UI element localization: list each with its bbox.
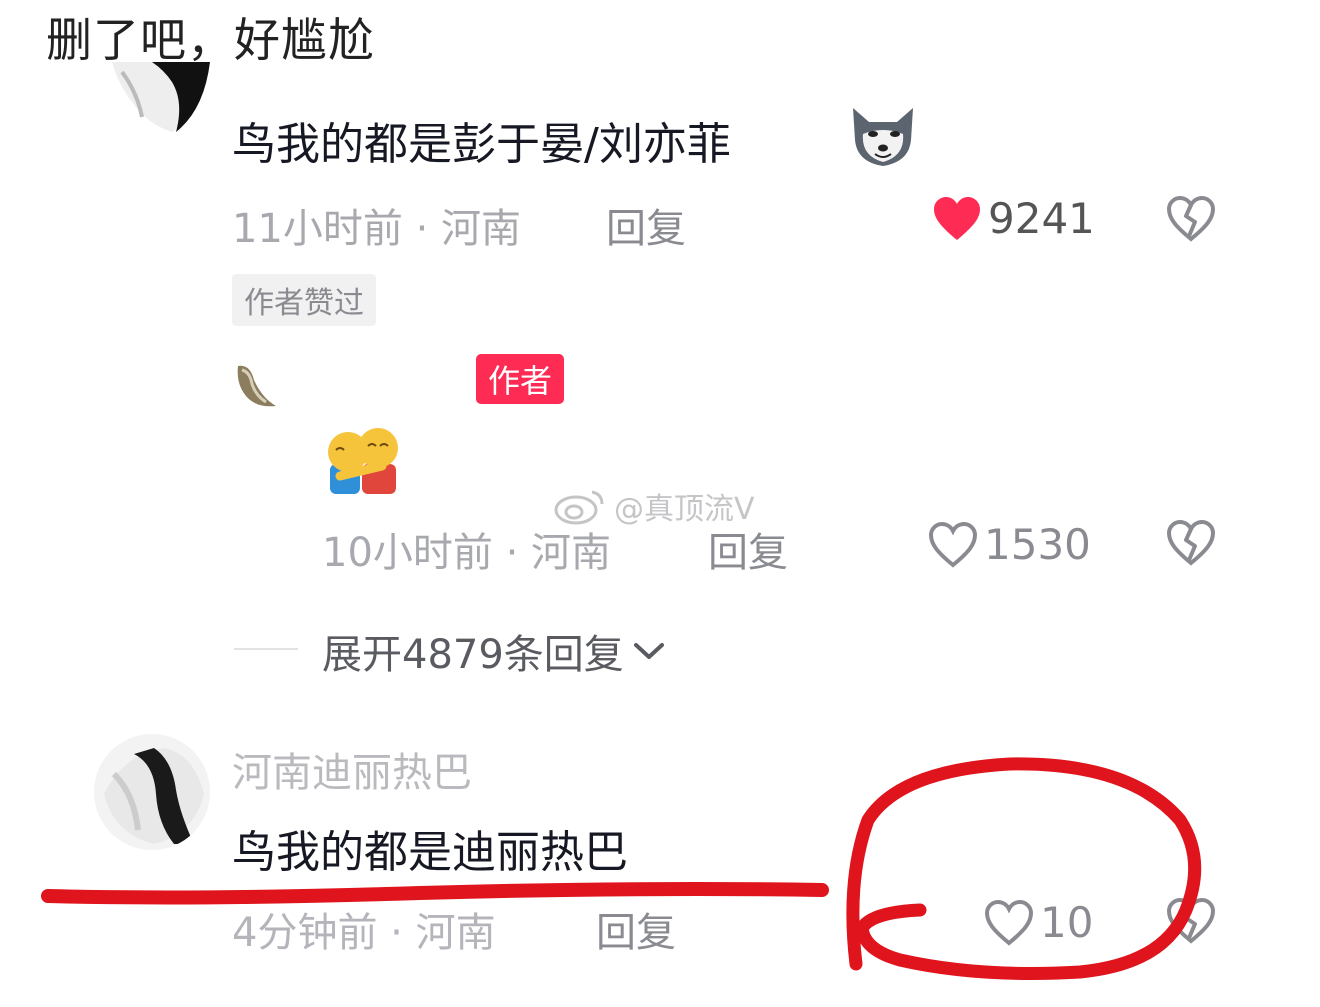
weibo-logo-icon [554,490,604,525]
author-reply-like-button[interactable]: 1530 [928,520,1091,569]
comment1-text-content: 鸟我的都是彭于晏/刘亦菲 [232,119,731,170]
comment2-reply-button[interactable]: 回复 [596,900,676,958]
author-reply-timestamp: 10小时前 · 河南 [322,530,612,576]
comment2-dislike-button[interactable] [1166,897,1216,948]
comment1-like-count: 9241 [988,194,1095,243]
author-reply-like-count: 1530 [984,520,1091,569]
broken-heart-icon [1166,519,1216,566]
red-underline-annotation [41,882,829,905]
expand-divider [234,648,298,650]
author-reply-reply-button[interactable]: 回复 [708,520,788,578]
expand-replies-button[interactable]: 展开4879条回复 [322,622,666,680]
comment1-dislike-button[interactable] [1166,195,1216,246]
comment1-avatar[interactable] [92,62,212,134]
heart-outline-icon [984,899,1034,946]
comment2-timestamp: 4分钟前 · 河南 [232,910,496,956]
comment2-text: 鸟我的都是迪丽热巴 [232,827,628,878]
heart-outline-icon [928,521,978,568]
comment1-timestamp: 11小时前 · 河南 [232,206,522,252]
post-caption: 删了吧，好尴尬 [46,13,375,67]
comment2-username[interactable]: 河南迪丽热巴 [232,740,472,798]
chevron-down-icon [633,643,664,659]
author-reply-dislike-button[interactable] [1166,519,1216,570]
heart-filled-icon [934,196,980,240]
comment1-text: 鸟我的都是彭于晏/刘亦菲 [232,108,731,172]
comment1-reply-button[interactable]: 回复 [606,196,686,254]
broken-heart-icon [1166,195,1216,242]
weibo-watermark: @真顶流V [552,484,755,528]
watermark-text: @真顶流V [614,492,755,527]
hug-emoji-icon [322,426,404,496]
author-liked-badge: 作者赞过 [232,274,376,326]
comment2-avatar[interactable] [94,734,210,850]
author-tag: 作者 [476,354,565,404]
husky-emoji-icon [845,100,921,172]
expand-replies-label: 展开4879条回复 [322,632,624,678]
comment1-like-button[interactable]: 9241 [932,194,1095,243]
comment2-like-count: 10 [1040,898,1094,947]
author-reply-avatar[interactable] [232,362,280,410]
broken-heart-icon [1166,897,1216,944]
comment2-like-button[interactable]: 10 [984,898,1093,947]
